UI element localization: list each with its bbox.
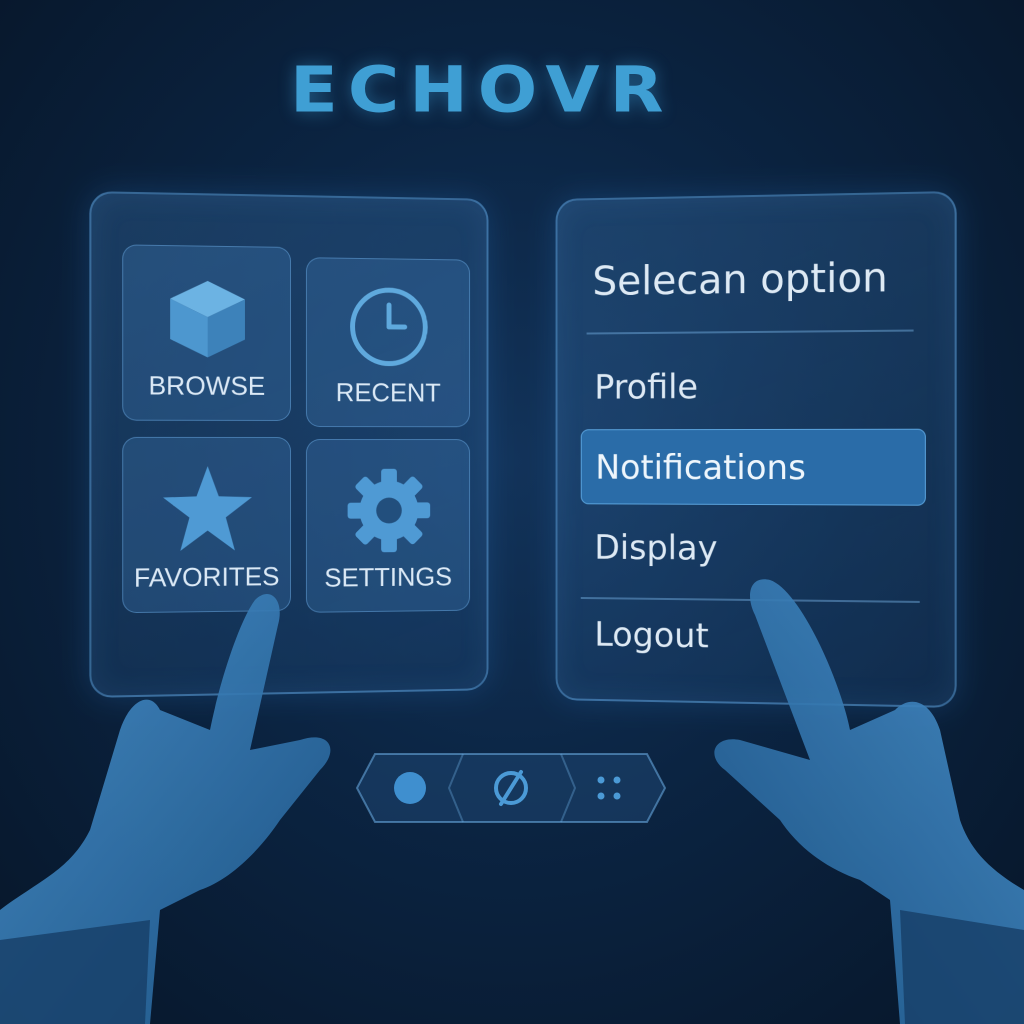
- disabled-slash-icon: [494, 770, 528, 806]
- menu-title: Selecan option: [592, 254, 888, 305]
- browse-tile[interactable]: BROWSE: [122, 244, 292, 421]
- menu-item-notifications[interactable]: Notifications: [580, 428, 926, 506]
- dock-home-button[interactable]: [385, 762, 445, 814]
- divider: [586, 329, 914, 335]
- dots-grid-icon: [597, 776, 621, 800]
- dock-apps-button[interactable]: [581, 762, 641, 814]
- menu-item-profile[interactable]: Profile: [581, 348, 926, 426]
- cube-icon: [169, 280, 245, 358]
- recent-tile[interactable]: RECENT: [305, 257, 471, 428]
- star-icon: [162, 466, 252, 552]
- bottom-dock: [355, 752, 667, 824]
- left-hand: [0, 594, 331, 1024]
- app-logo: ECHOVR: [290, 53, 674, 127]
- tile-label: BROWSE: [148, 370, 266, 401]
- clock-icon: [347, 285, 430, 369]
- circle-icon: [394, 772, 426, 804]
- gear-icon: [347, 468, 430, 553]
- dock-disable-button[interactable]: [481, 762, 541, 814]
- tile-label: RECENT: [335, 377, 441, 408]
- right-hand: [714, 579, 1024, 1024]
